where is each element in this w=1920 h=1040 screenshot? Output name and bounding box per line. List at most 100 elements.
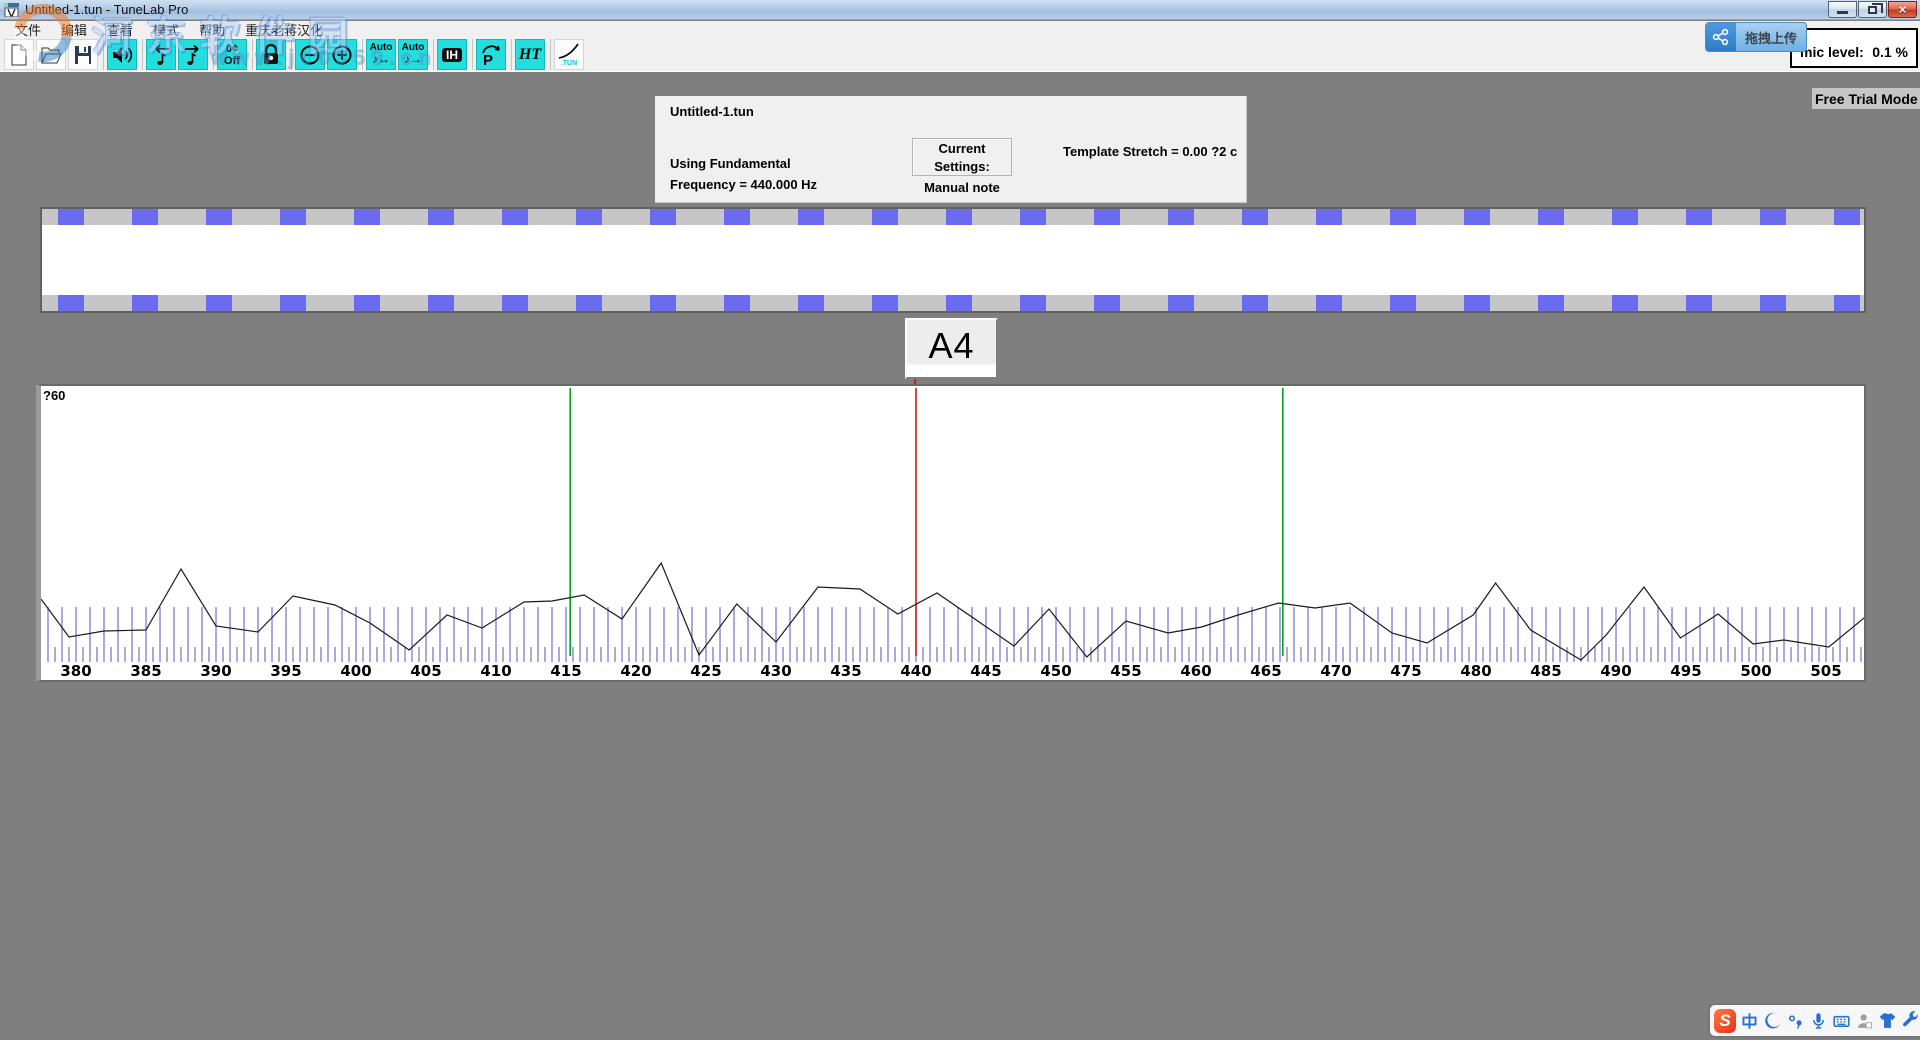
tuning-curve-button[interactable]: .TUN	[554, 39, 584, 70]
axis-label-485: 485	[1530, 662, 1561, 680]
sound-on-off-button[interactable]	[107, 39, 137, 70]
svg-text:P: P	[483, 52, 493, 68]
menu-item-edit[interactable]: 编辑	[52, 20, 96, 39]
toolbar-separator	[362, 39, 363, 70]
current-settings-box: Current Settings:	[912, 138, 1012, 176]
toolbar-separator	[291, 39, 292, 70]
minimize-button[interactable]	[1828, 1, 1857, 18]
toolbar-separator	[142, 39, 143, 70]
title-bar: Untitled-1.tun - TuneLab Pro ×	[0, 0, 1920, 20]
new-file-button[interactable]	[4, 39, 34, 70]
note-up-button[interactable]	[178, 39, 208, 70]
menu-bar: 文件 编辑 查看 模式 帮助 重庆老蒋汉化	[0, 20, 1920, 39]
axis-label-420: 420	[620, 662, 651, 680]
mic-icon[interactable]	[1809, 1009, 1828, 1033]
axis-label-495: 495	[1670, 662, 1701, 680]
manual-note-label: Manual note	[924, 180, 1000, 195]
drag-upload-label: 拖拽上传	[1744, 30, 1797, 46]
menu-item-help[interactable]: 帮助	[190, 20, 234, 39]
note-down-button[interactable]	[146, 39, 176, 70]
toolbar-separator	[511, 39, 512, 70]
pitch-raise-button[interactable]: P	[476, 39, 506, 70]
restore-button[interactable]	[1858, 1, 1887, 18]
axis-label-415: 415	[550, 662, 581, 680]
axis-label-500: 500	[1740, 662, 1771, 680]
zoom-out-button[interactable]	[295, 39, 325, 70]
toolbar-separator	[550, 39, 551, 70]
axis-label-440: 440	[900, 662, 931, 680]
app-icon	[4, 2, 19, 17]
inharmonicity-button[interactable]: IH	[437, 39, 467, 70]
axis-label-410: 410	[480, 662, 511, 680]
window-title: Untitled-1.tun - TuneLab Pro	[25, 2, 189, 17]
axis-label-405: 405	[410, 662, 441, 680]
current-note-label: A4	[928, 324, 975, 366]
wrench-icon[interactable]	[1901, 1009, 1920, 1033]
close-icon: ×	[1898, 2, 1907, 17]
free-trial-banner: Free Trial Mode	[1812, 88, 1920, 109]
mic-level-value: 0.1 %	[1872, 44, 1908, 60]
axis-label-490: 490	[1600, 662, 1631, 680]
mic-level-label: mic level:	[1800, 44, 1864, 60]
toolbar-separator	[472, 39, 473, 70]
close-button[interactable]: ×	[1888, 1, 1917, 18]
axis-label-430: 430	[760, 662, 791, 680]
spectrum-plot: 380 385 390 395 400 405 410 415 420 425 430 435 440 4…	[41, 388, 1864, 680]
current-settings-line2: Settings:	[934, 159, 990, 174]
using-fundamental-label: Using Fundamental	[670, 156, 791, 171]
axis-label-425: 425	[690, 662, 721, 680]
toolbar-separator	[433, 39, 434, 70]
mic-level-indicator: mic level: 0.1 %	[1790, 28, 1918, 68]
lock-button[interactable]	[256, 39, 286, 70]
minimize-icon	[1837, 11, 1848, 14]
frequency-label: Frequency = 440.000 Hz	[670, 177, 818, 192]
spectrum-display: ?60 380 385 390 395 400 405 410 415 420 425 430 435…	[36, 384, 1866, 682]
zoom-in-button[interactable]	[327, 39, 357, 70]
drag-upload-button[interactable]: 拖拽上传	[1705, 22, 1807, 52]
axis-label-465: 465	[1250, 662, 1281, 680]
current-note-display[interactable]: A4	[905, 318, 998, 379]
axis-label-435: 435	[830, 662, 861, 680]
axis-label-460: 460	[1180, 662, 1211, 680]
person-icon[interactable]	[1855, 1009, 1874, 1033]
axis-label-385: 385	[130, 662, 161, 680]
toolbar: 0¢ Off Auto ♪↔ Auto ♪→ IH P HT .TUN	[0, 37, 1920, 72]
sogou-logo[interactable]: S	[1714, 1008, 1736, 1033]
axis-label-455: 455	[1110, 662, 1141, 680]
menu-item-localization[interactable]: 重庆老蒋汉化	[236, 20, 332, 39]
shirt-icon[interactable]	[1878, 1009, 1897, 1033]
tuning-info-panel: Untitled-1.tun Using Fundamental Frequen…	[655, 96, 1247, 203]
punctuation-icon[interactable]	[1786, 1009, 1805, 1033]
open-file-button[interactable]	[36, 39, 66, 70]
auto-note-both-button[interactable]: Auto ♪↔	[366, 39, 396, 70]
axis-label-480: 480	[1460, 662, 1491, 680]
toolbar-separator	[213, 39, 214, 70]
current-settings-line1: Current	[938, 141, 986, 156]
keyboard-icon[interactable]	[1832, 1009, 1851, 1033]
axis-label-380: 380	[60, 662, 91, 680]
axis-label-505: 505	[1810, 662, 1841, 680]
menu-item-view[interactable]: 查看	[98, 20, 142, 39]
template-stretch-label: Template Stretch = 0.00 ?2 c	[1063, 144, 1238, 159]
axis-label-450: 450	[1040, 662, 1071, 680]
save-file-button[interactable]	[68, 39, 98, 70]
restore-icon	[1868, 2, 1883, 14]
chinese-mode-icon[interactable]	[1740, 1009, 1759, 1033]
file-name-label: Untitled-1.tun	[670, 104, 754, 119]
toolbar-separator	[252, 39, 253, 70]
offset-button[interactable]: 0¢ Off	[217, 39, 247, 70]
toolbar-separator	[103, 39, 104, 70]
axis-label-395: 395	[270, 662, 301, 680]
phase-dashes-bottom	[42, 295, 1864, 311]
historical-temperament-button[interactable]: HT	[515, 39, 545, 70]
menu-item-file[interactable]: 文件	[6, 20, 50, 39]
axis-label-390: 390	[200, 662, 231, 680]
axis-label-445: 445	[970, 662, 1001, 680]
axis-label-400: 400	[340, 662, 371, 680]
phase-display	[40, 207, 1866, 313]
input-method-tray: S	[1710, 1005, 1920, 1036]
moon-icon[interactable]	[1763, 1009, 1782, 1033]
menu-item-mode[interactable]: 模式	[144, 20, 188, 39]
auto-note-up-button[interactable]: Auto ♪→	[398, 39, 428, 70]
axis-label-475: 475	[1390, 662, 1421, 680]
